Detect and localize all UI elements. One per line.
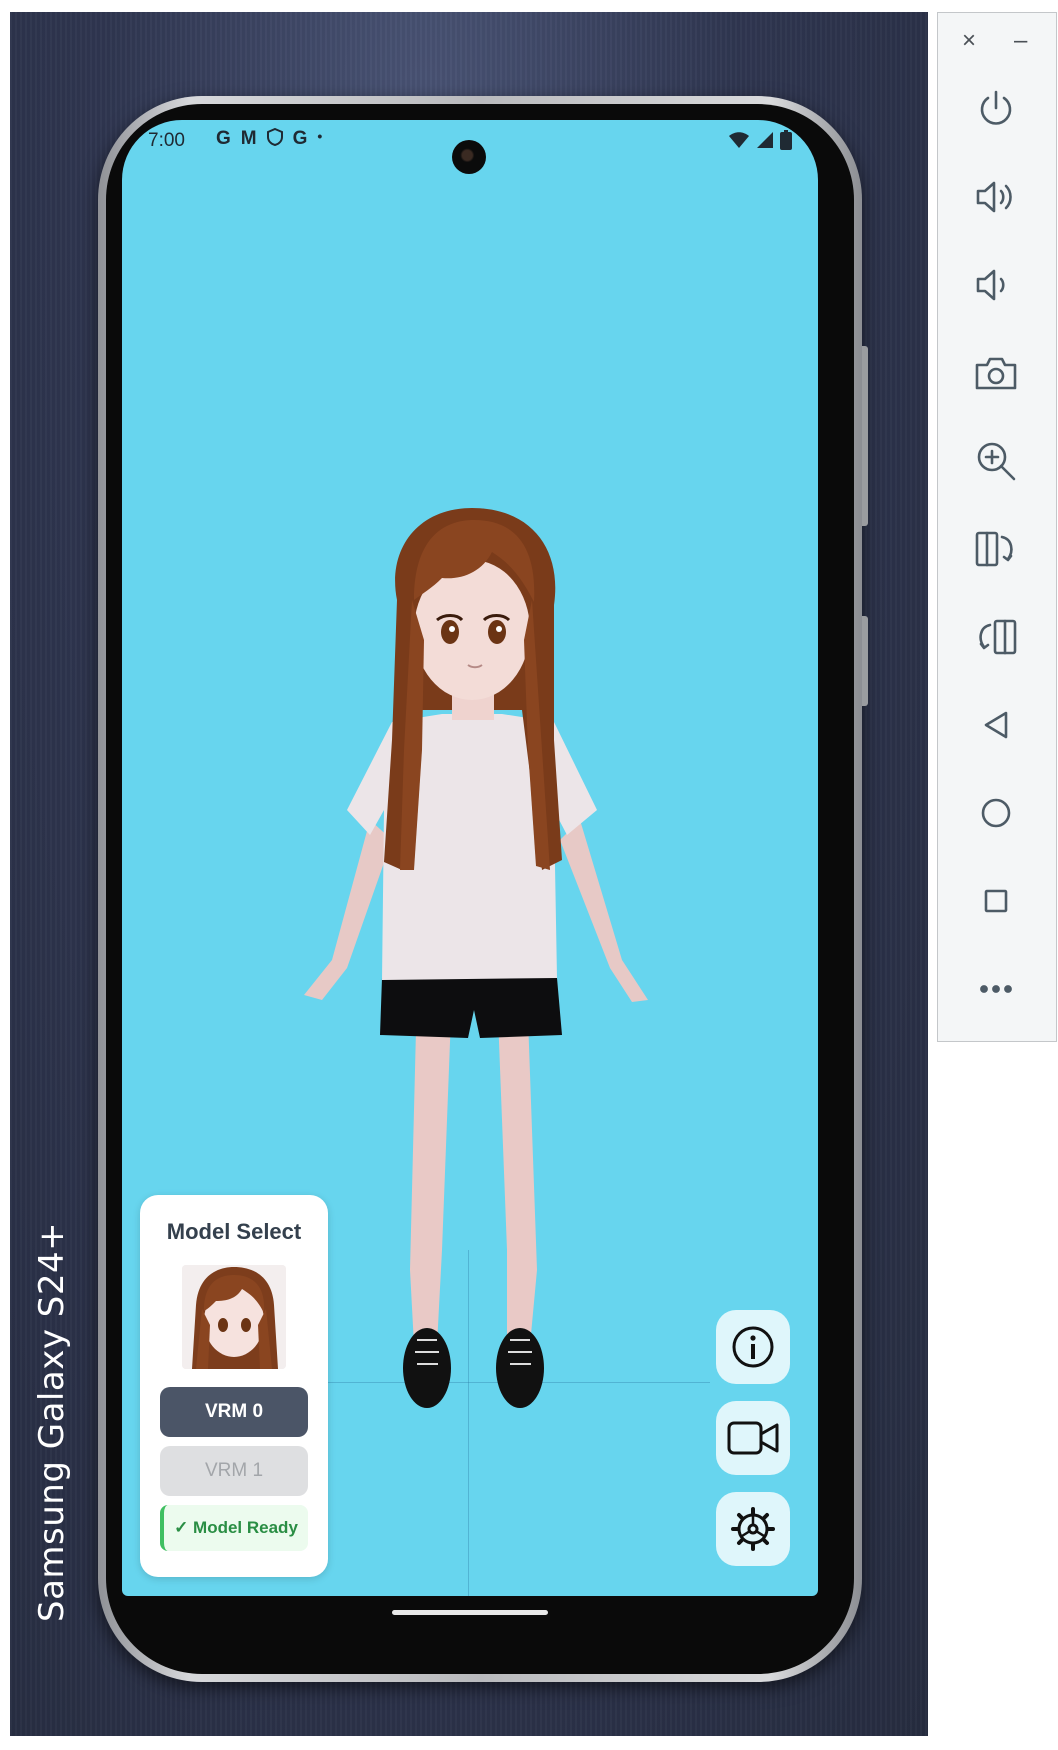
signal-icon (757, 132, 773, 148)
model-select-panel: Model Select VRM 0 VRM 1 ✓ Model Ready (140, 1195, 328, 1577)
power-button[interactable] (968, 81, 1024, 137)
rotate-left-button[interactable] (968, 521, 1024, 577)
zoom-button[interactable] (968, 433, 1024, 489)
more-icon (980, 985, 1012, 993)
rotate-right-button[interactable] (968, 609, 1024, 665)
emulator-toolbar: × – (937, 12, 1057, 1042)
device-brand-label: Samsung Galaxy S24+ (32, 1221, 72, 1622)
google-icon: G (292, 128, 308, 149)
video-button[interactable] (716, 1401, 790, 1475)
overview-icon (984, 889, 1008, 913)
info-icon (732, 1326, 774, 1368)
vrm1-button[interactable]: VRM 1 (160, 1446, 308, 1496)
overview-button[interactable] (968, 873, 1024, 929)
home-button[interactable] (968, 785, 1024, 841)
vrm-avatar[interactable] (292, 490, 662, 1550)
settings-button[interactable] (716, 1492, 790, 1566)
power-icon (980, 90, 1012, 125)
wifi-icon (729, 132, 749, 148)
status-time: 7:00 (148, 130, 185, 151)
camera-icon (975, 357, 1017, 390)
rotate-left-icon (975, 531, 1013, 567)
screenshot-button[interactable] (968, 345, 1024, 401)
info-button[interactable] (716, 1310, 790, 1384)
volume-down-button[interactable] (968, 257, 1024, 313)
gesture-home-bar[interactable] (392, 1610, 548, 1615)
zoom-in-icon (977, 442, 1016, 481)
settings-gear-icon (731, 1507, 775, 1551)
google-icon: G (216, 128, 231, 149)
back-button[interactable] (968, 697, 1024, 753)
dot-icon: • (317, 128, 323, 144)
model-ready-status: ✓ Model Ready (160, 1505, 308, 1551)
video-camera-icon (727, 1421, 779, 1455)
volume-up-icon (976, 181, 1012, 213)
volume-up-button[interactable] (968, 169, 1024, 225)
panel-title: Model Select (166, 1219, 302, 1244)
phone-screen[interactable]: 7:00 G M G • Model Select VRM 0 VRM 1 ✓ … (122, 120, 818, 1596)
more-button[interactable] (968, 961, 1024, 1017)
back-icon (984, 711, 1008, 739)
model-thumbnail[interactable] (182, 1265, 286, 1369)
shield-icon (266, 127, 283, 152)
battery-icon (780, 130, 792, 150)
avatar-thumbnail-image (182, 1265, 286, 1369)
home-icon (981, 798, 1011, 828)
gmail-icon: M (240, 128, 257, 149)
close-icon[interactable]: × (962, 27, 976, 55)
minimize-icon[interactable]: – (1014, 27, 1027, 55)
vrm0-button[interactable]: VRM 0 (160, 1387, 308, 1437)
rotate-right-icon (979, 619, 1017, 655)
volume-down-icon (976, 269, 1005, 301)
front-camera (452, 140, 486, 174)
